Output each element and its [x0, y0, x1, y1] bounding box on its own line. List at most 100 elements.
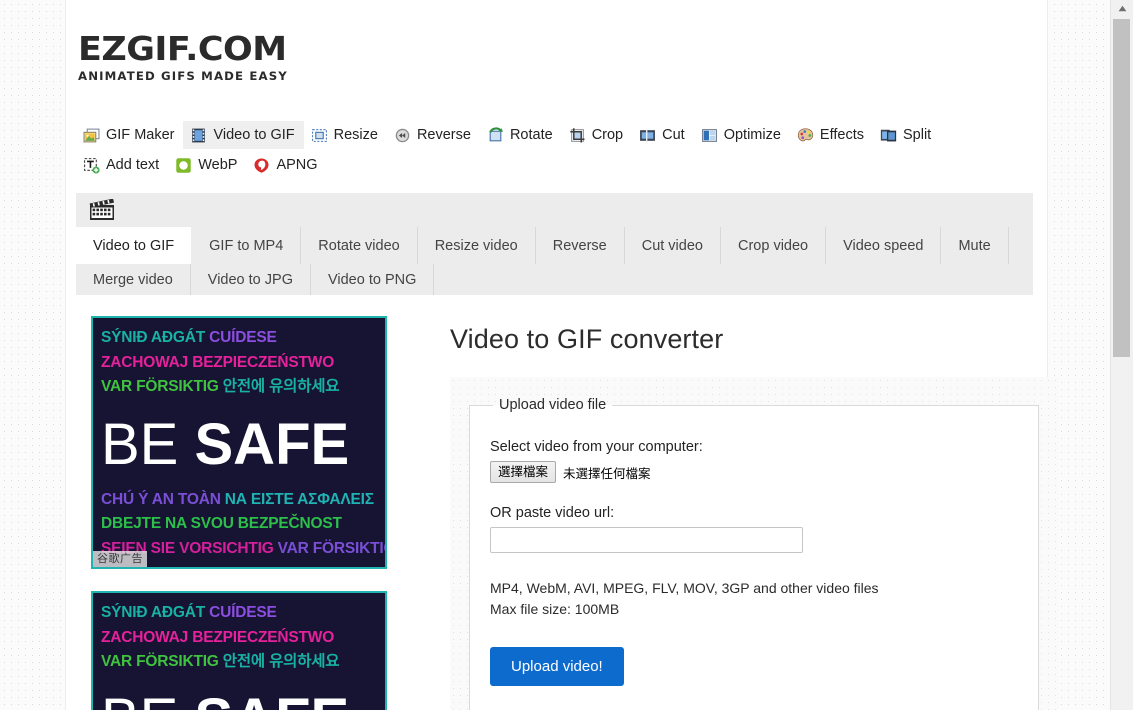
preview-column: SÝNIÐ AÐGÁT CUÍDESE ZACHOWAJ BEZPIECZEŃST…: [91, 316, 421, 710]
subnav-tab-cut-video[interactable]: Cut video: [625, 227, 721, 264]
effects-icon: [797, 127, 814, 144]
toolbar-item-crop[interactable]: Crop: [562, 121, 632, 149]
crop-icon: [569, 127, 586, 144]
page-container: EZGIF.COM ANIMATED GIFS MADE EASY GIF Ma…: [65, 0, 1058, 710]
preview-text-segment: ZACHOWAJ BEZPIECZEŃSTWO: [101, 353, 335, 371]
toolbar-item-label: Optimize: [723, 127, 781, 143]
preview-text-segment: ΝΑ ΕΙΣΤΕ ΑΣΦΑΛΕΙΣ: [224, 490, 374, 508]
subnav-tab-video-to-gif[interactable]: Video to GIF: [76, 227, 193, 264]
preview-headline-light: BE: [101, 687, 195, 710]
video-url-input[interactable]: [490, 527, 803, 553]
file-status-text: 未選擇任何檔案: [563, 465, 651, 481]
content-area: SÝNIÐ AÐGÁT CUÍDESE ZACHOWAJ BEZPIECZEŃST…: [66, 316, 1058, 710]
subnav-tab-mute[interactable]: Mute: [941, 227, 1009, 264]
toolbar-item-label: Video to GIF: [213, 127, 295, 143]
cut-icon: [639, 127, 656, 144]
upload-hints: MP4, WebM, AVI, MPEG, FLV, MOV, 3GP and …: [490, 578, 1018, 620]
preview-headline-bold: SAFE: [194, 411, 350, 477]
webp-icon: [175, 157, 192, 174]
page-title: Video to GIF converter: [450, 324, 724, 354]
preview-text-segment: CUÍDESE: [209, 604, 277, 621]
film-clapper-icon: [76, 193, 128, 227]
scrollbar-thumb[interactable]: [1113, 19, 1130, 357]
page-scrollbar[interactable]: [1110, 0, 1133, 710]
subnav-tab-gif-to-mp4[interactable]: GIF to MP4: [192, 227, 302, 264]
subnav-tab-reverse[interactable]: Reverse: [536, 227, 625, 264]
subnav-tab-video-to-png[interactable]: Video to PNG: [311, 264, 435, 295]
toolbar-item-optimize[interactable]: Optimize: [694, 121, 790, 149]
toolbar-item-label: Effects: [819, 127, 864, 143]
toolbar-item-label: Add text: [106, 157, 160, 173]
apng-icon: [253, 157, 270, 174]
subnav-tab-video-to-jpg[interactable]: Video to JPG: [191, 264, 311, 295]
preview-text-line: VAR FÖRSIKTIG 안전에 유의하세요: [101, 650, 377, 675]
toolbar-item-webp[interactable]: WebP: [168, 151, 246, 179]
toolbar-item-rotate[interactable]: Rotate: [480, 121, 562, 149]
preview-text-segment: VAR FÖRSIKTIG: [101, 378, 223, 395]
preview-text-line: ZACHOWAJ BEZPIECZEŃSTWO: [101, 351, 377, 376]
toolbar-item-split[interactable]: Split: [873, 121, 940, 149]
max-file-size-text: Max file size: 100MB: [490, 601, 620, 617]
subnav-tab-video-speed[interactable]: Video speed: [826, 227, 942, 264]
preview-headline-bold: SAFE: [195, 687, 350, 710]
upload-form: Upload video file Select video from your…: [469, 397, 1039, 710]
file-input[interactable]: 選擇檔案 未選擇任何檔案: [490, 461, 1018, 483]
preview-headline: BE SAFE: [101, 683, 377, 710]
supported-formats-text: MP4, WebM, AVI, MPEG, FLV, MOV, 3GP and …: [490, 580, 879, 596]
preview-text-segment: DBEJTE NA SVOU BEZPEČNOST: [101, 515, 342, 532]
subnav-tab-merge-video[interactable]: Merge video: [76, 264, 191, 295]
rotate-icon: [487, 126, 504, 144]
logo-wordmark: EZGIF.COM: [78, 29, 287, 68]
reverse-icon: [394, 127, 411, 144]
add-text-icon: [83, 157, 100, 174]
toolbar-item-label: WebP: [198, 157, 238, 173]
file-input-label: Select video from your computer:: [490, 439, 703, 455]
choose-file-button[interactable]: 選擇檔案: [490, 461, 557, 483]
preview-headline-light: BE: [101, 411, 195, 477]
upload-form-panel: Upload video file Select video from your…: [450, 377, 1058, 710]
upload-fieldset-legend: Upload video file: [499, 397, 607, 413]
toolbar-item-apng[interactable]: APNG: [246, 151, 326, 179]
preview-text-segment: VAR FÖRSIKTIG: [101, 653, 223, 670]
toolbar-item-effects[interactable]: Effects: [790, 121, 873, 149]
subnav-tab-crop-video[interactable]: Crop video: [721, 227, 827, 264]
preview-text-segment: CUÍDESE: [209, 329, 277, 346]
url-input-label: OR paste video url:: [490, 505, 615, 521]
toolbar-item-label: Cut: [662, 127, 685, 143]
toolbar-item-add-text[interactable]: Add text: [76, 151, 168, 179]
main-toolbar: GIF Maker Video to GIF Resize Reverse Rotate…: [76, 121, 1026, 179]
browser-viewport: EZGIF.COM ANIMATED GIFS MADE EASY GIF Ma…: [0, 0, 1110, 710]
toolbar-item-video-to-gif[interactable]: Video to GIF: [183, 121, 304, 149]
video-subnav-row-2: Merge video Video to JPG Video to PNG: [76, 264, 1033, 295]
gif-maker-icon: [83, 127, 100, 144]
toolbar-item-label: GIF Maker: [106, 127, 175, 143]
split-icon: [880, 127, 897, 144]
toolbar-item-label: Split: [902, 127, 932, 143]
site-logo[interactable]: EZGIF.COM ANIMATED GIFS MADE EASY: [66, 0, 1047, 83]
preview-frame[interactable]: SÝNIÐ AÐGÁT CUÍDESE ZACHOWAJ BEZPIECZEŃST…: [91, 316, 387, 569]
toolbar-item-label: Reverse: [416, 127, 471, 143]
toolbar-item-label: Crop: [591, 127, 624, 143]
video-subnav: Video to GIF GIF to MP4 Rotate video Resize…: [76, 193, 1033, 295]
toolbar-item-cut[interactable]: Cut: [632, 121, 694, 149]
scroll-up-arrow-icon[interactable]: [1111, 0, 1133, 17]
preview-text-line: ZACHOWAJ BEZPIECZEŃSTWO: [101, 626, 377, 651]
preview-text-segment: 안전에 유의하세요: [222, 653, 340, 670]
toolbar-item-gif-maker[interactable]: GIF Maker: [76, 121, 183, 149]
video-to-gif-icon: [190, 127, 207, 144]
upload-video-button[interactable]: Upload video!: [490, 647, 624, 686]
converter-column: Video to GIF converter Upload video file…: [421, 316, 1058, 710]
optimize-icon: [701, 127, 718, 144]
subnav-tab-rotate-video[interactable]: Rotate video: [301, 227, 418, 264]
preview-text-segment: VAR FÖRSIKTIG: [277, 539, 387, 557]
preview-frame[interactable]: SÝNIÐ AÐGÁT CUÍDESE ZACHOWAJ BEZPIECZEŃST…: [91, 591, 387, 710]
upload-fieldset: Upload video file Select video from your…: [469, 397, 1039, 710]
toolbar-item-label: APNG: [276, 157, 318, 173]
toolbar-item-label: Resize: [333, 127, 378, 143]
subnav-tab-resize-video[interactable]: Resize video: [418, 227, 536, 264]
preview-text-segment: ZACHOWAJ BEZPIECZEŃSTWO: [101, 628, 335, 646]
toolbar-item-resize[interactable]: Resize: [304, 121, 387, 149]
toolbar-item-label: Rotate: [509, 127, 553, 143]
logo-tagline: ANIMATED GIFS MADE EASY: [78, 69, 288, 83]
toolbar-item-reverse[interactable]: Reverse: [387, 121, 480, 149]
